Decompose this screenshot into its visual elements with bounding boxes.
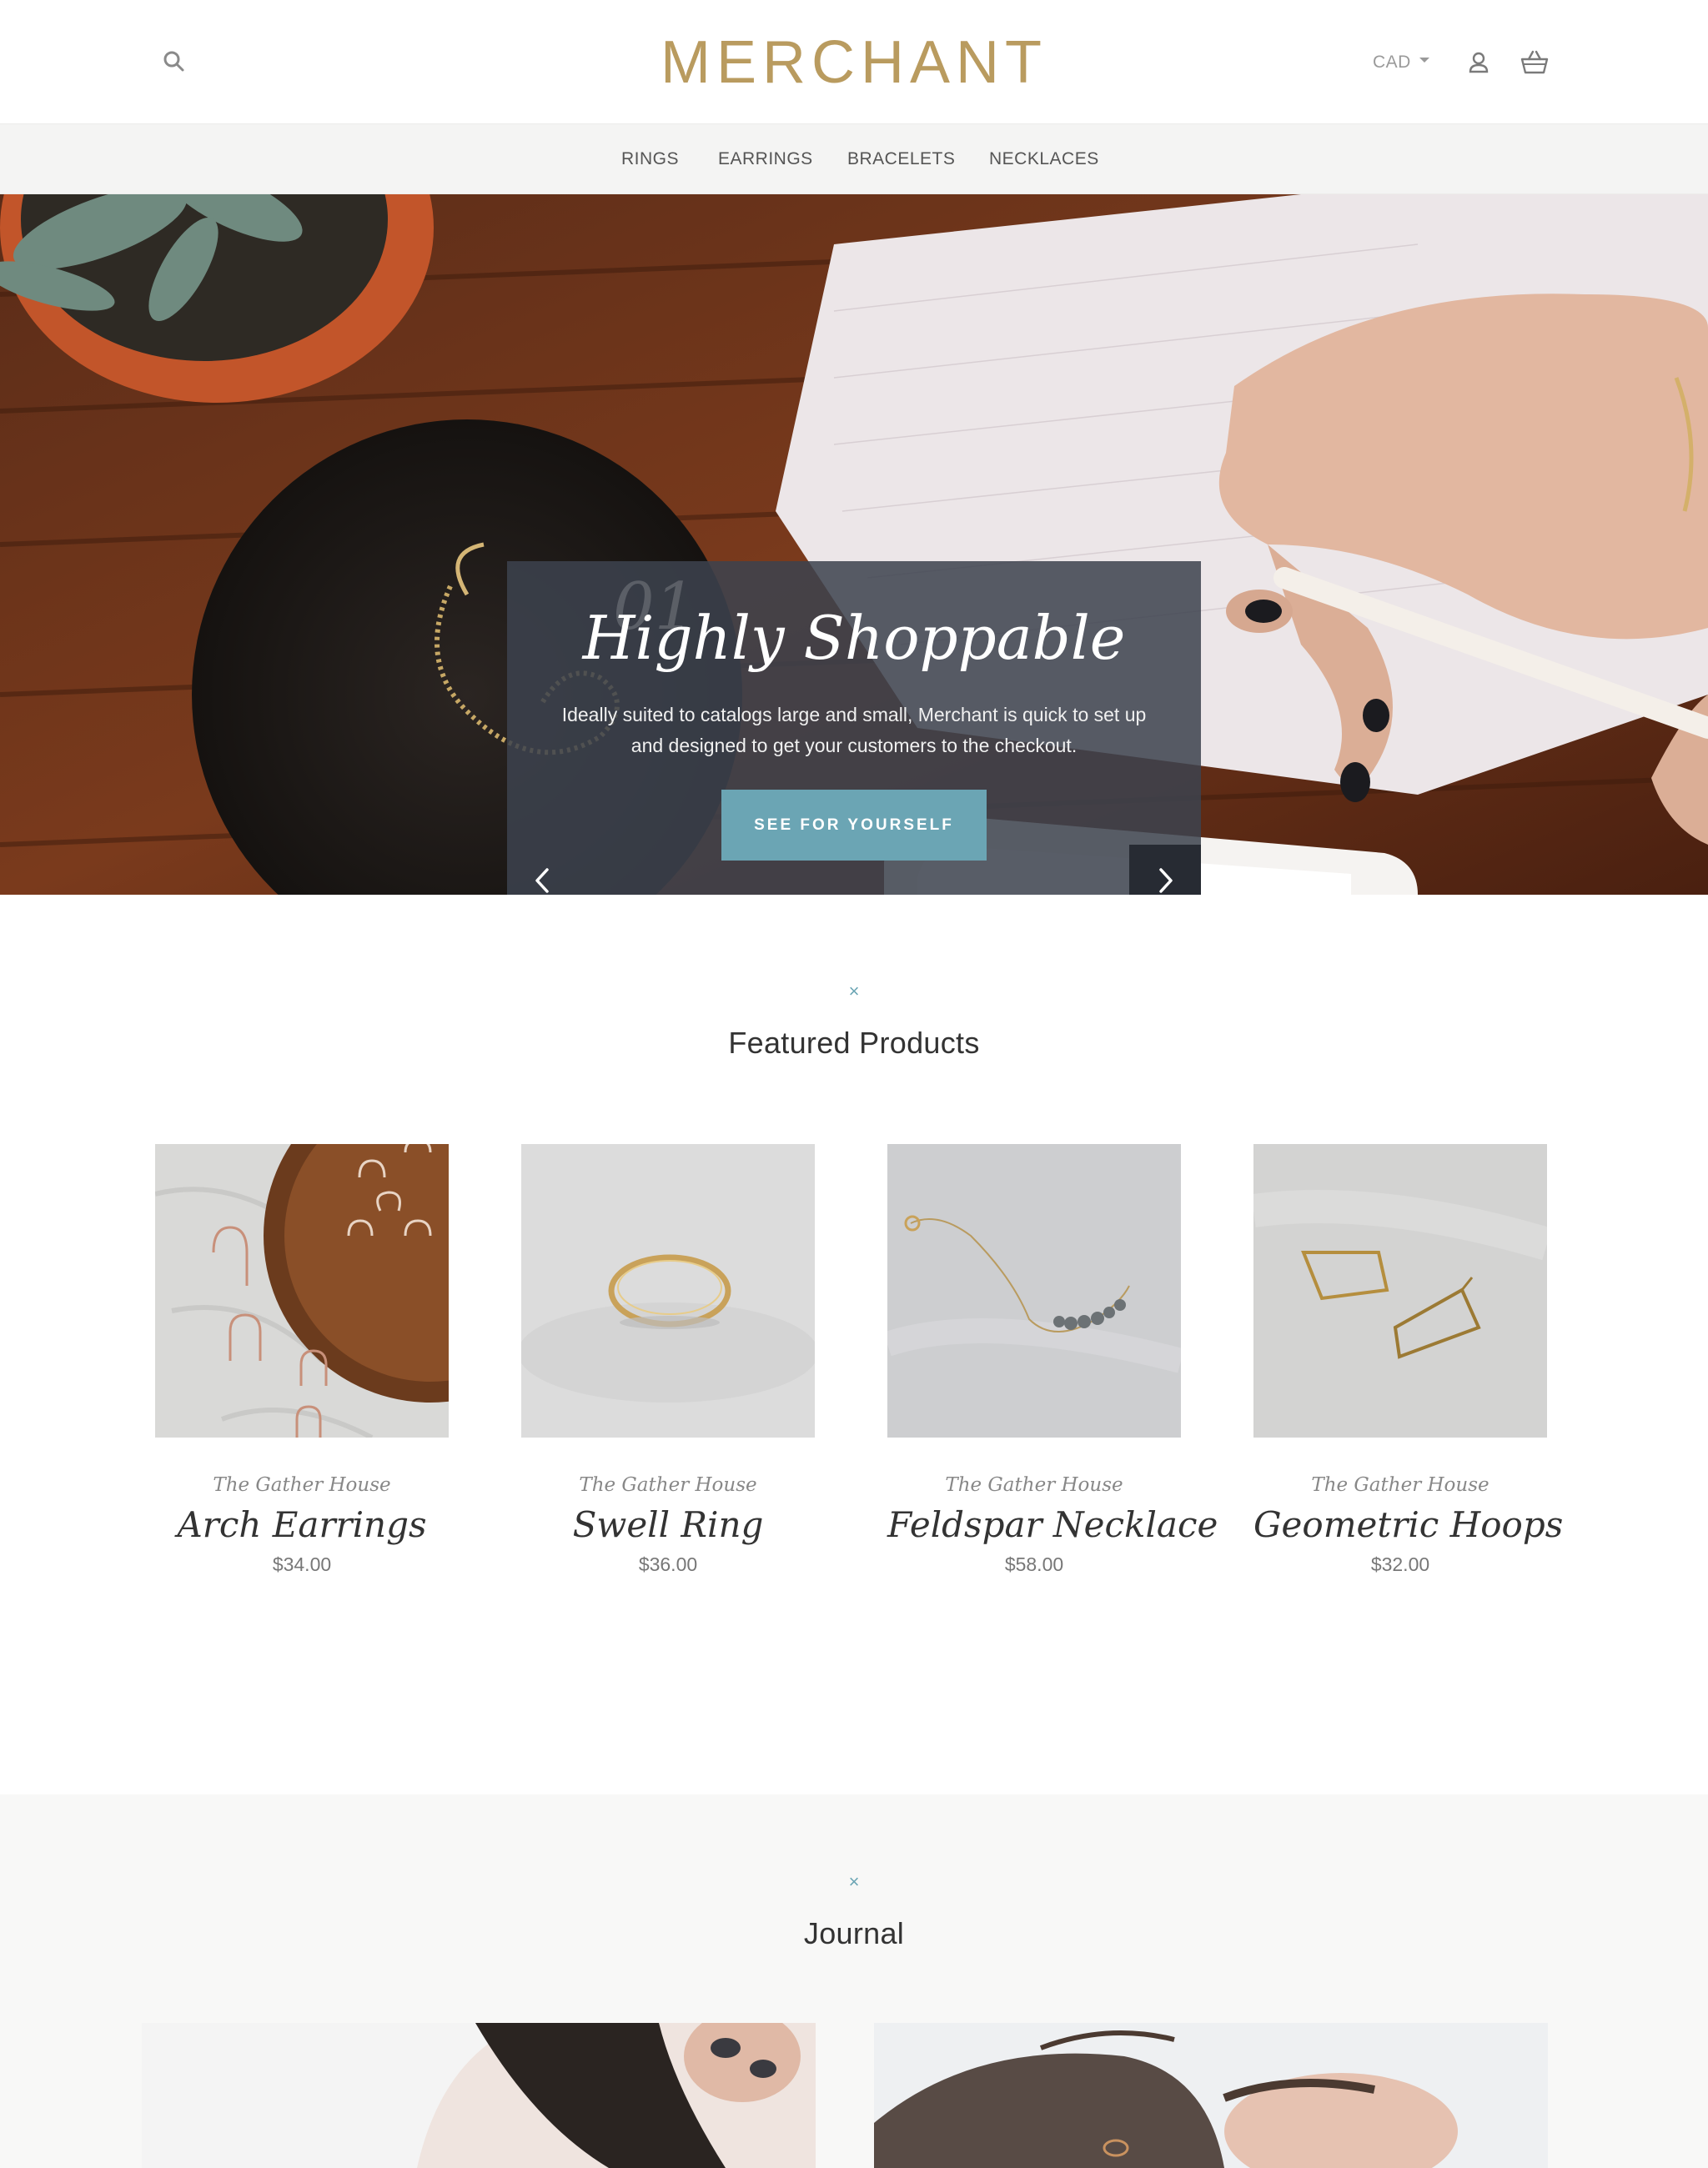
currency-label: CAD (1373, 53, 1411, 72)
site-header: MERCHANT CAD (0, 0, 1708, 123)
product-price: $36.00 (638, 1553, 698, 1575)
slide-next-button[interactable] (1129, 845, 1201, 895)
product-card: The Gather House Swell Ring $36.00 (521, 1144, 815, 1576)
nav-item-earrings[interactable]: EARRINGS (718, 149, 813, 169)
currency-selector[interactable]: CAD (1373, 53, 1429, 73)
journal-post-image-1[interactable] (142, 2023, 816, 2168)
product-vendor: The Gather House (945, 1474, 1123, 1496)
nav-item-rings[interactable]: RINGS (621, 149, 679, 169)
section-divider-mark: × (848, 1871, 860, 1892)
site-logo[interactable]: MERCHANT (0, 28, 1708, 97)
slide-prev-button[interactable] (507, 845, 579, 895)
cart-icon[interactable] (1520, 49, 1550, 76)
product-vendor: The Gather House (1311, 1474, 1489, 1496)
account-icon[interactable] (1466, 50, 1491, 75)
product-card: The Gather House Geometric Hoops $32.00 (1253, 1144, 1563, 1576)
nav-item-necklaces[interactable]: NECKLACES (989, 149, 1099, 169)
product-price: $32.00 (1370, 1553, 1430, 1575)
product-name[interactable]: Arch Earrings (155, 1504, 449, 1545)
product-vendor: The Gather House (579, 1474, 757, 1496)
product-vendor: The Gather House (213, 1474, 391, 1496)
product-image-geometric-hoops[interactable] (1253, 1144, 1547, 1438)
main-nav: RINGS EARRINGS BRACELETS NECKLACES (0, 123, 1708, 194)
slide-title: Highly Shoppable (582, 603, 1126, 673)
chevron-left-icon (535, 868, 549, 893)
product-name[interactable]: Swell Ring (521, 1504, 815, 1545)
hero-slideshow: 01 Highly Shoppable Ideally suited to ca… (0, 194, 1708, 895)
caret-down-icon (1419, 58, 1429, 63)
journal-heading: Journal (803, 1916, 905, 1950)
product-card: The Gather House Feldspar Necklace $58.0… (887, 1144, 1218, 1576)
slide-description: Ideally suited to catalogs large and sma… (561, 704, 1147, 756)
product-name[interactable]: Feldspar Necklace (887, 1504, 1218, 1545)
journal-post-image-2[interactable] (874, 2023, 1548, 2168)
product-image-feldspar-necklace[interactable] (887, 1144, 1181, 1438)
chevron-right-icon (1159, 868, 1173, 893)
product-name[interactable]: Geometric Hoops (1253, 1504, 1563, 1545)
product-card: The Gather House Arch Earrings $34.00 (155, 1144, 449, 1576)
see-for-yourself-button[interactable]: SEE FOR YOURSELF (721, 790, 987, 861)
product-image-arch-earrings[interactable] (155, 1144, 449, 1438)
product-image-swell-ring[interactable] (521, 1144, 815, 1438)
section-divider-mark: × (848, 981, 860, 1001)
product-price: $58.00 (1004, 1553, 1064, 1575)
featured-products-heading: Featured Products (728, 1026, 980, 1060)
product-price: $34.00 (272, 1553, 332, 1575)
nav-item-bracelets[interactable]: BRACELETS (847, 149, 955, 169)
